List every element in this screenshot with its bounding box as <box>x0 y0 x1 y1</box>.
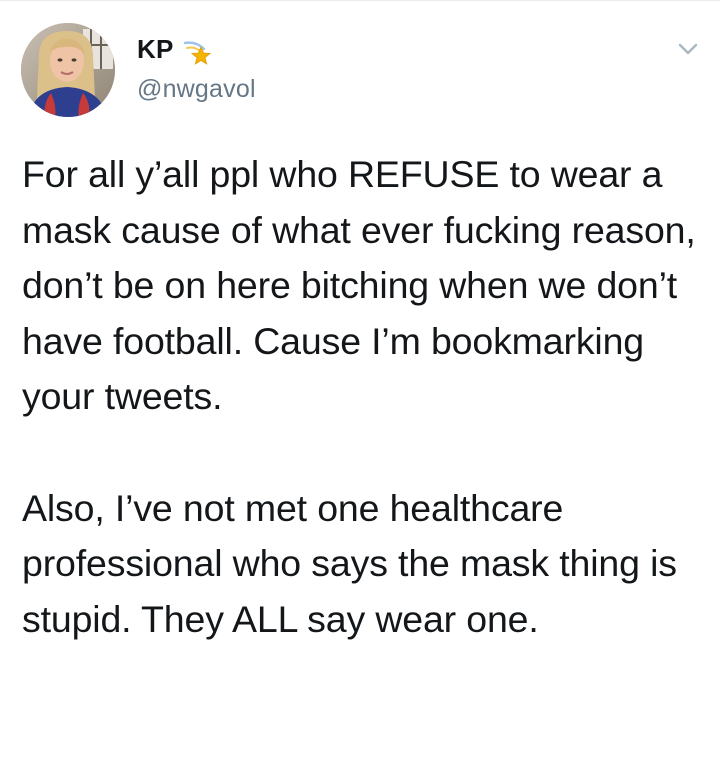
tweet-paragraph-1: For all y’all ppl who REFUSE to wear a m… <box>22 153 696 418</box>
avatar[interactable] <box>21 23 115 117</box>
display-name[interactable]: KP <box>137 34 174 65</box>
shooting-star-icon <box>182 37 212 67</box>
user-handle[interactable]: @nwgavol <box>137 75 256 104</box>
tweet-text: For all y’all ppl who REFUSE to wear a m… <box>22 147 712 647</box>
user-names: KP @nwgavol <box>137 31 256 104</box>
tweet-card: KP @nwgavol For all y’all ppl who REFUSE… <box>0 0 720 766</box>
chevron-down-icon[interactable] <box>674 37 702 61</box>
tweet-paragraph-2: Also, I’ve not met one healthcare profes… <box>22 486 677 640</box>
display-name-row: KP <box>137 31 256 67</box>
